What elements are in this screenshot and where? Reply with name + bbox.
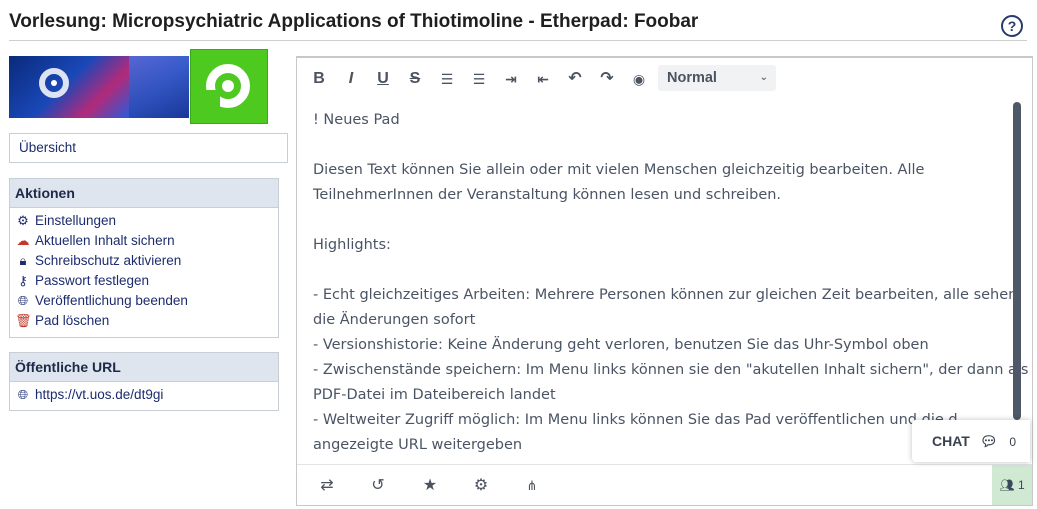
public-url-panel: Öffentliche URL 🌐︎ https://vt.uos.de/dt9… <box>9 352 279 411</box>
public-url-header: Öffentliche URL <box>10 353 278 382</box>
history-icon[interactable]: ↺ <box>368 476 388 496</box>
unordered-list-icon[interactable]: ☰ <box>468 68 490 90</box>
action-label: Aktuellen Inhalt sichern <box>35 233 175 248</box>
action-end-publication[interactable]: 🌐︎ Veröffentlichung beenden <box>10 291 278 311</box>
editor-content[interactable]: ! Neues Pad Diesen Text können Sie allei… <box>313 108 1029 458</box>
paragraph-style-select[interactable]: Normal ⌄ <box>658 65 776 91</box>
gears-icon: ⚙ <box>17 213 29 228</box>
actions-panel: Aktionen ⚙ Einstellungen ☁ Aktuellen Inh… <box>9 178 279 338</box>
banner-image-overlay <box>129 56 189 118</box>
action-settings[interactable]: ⚙ Einstellungen <box>10 211 278 231</box>
action-label: Veröffentlichung beenden <box>35 293 188 308</box>
lock-icon: 🔒︎ <box>19 253 27 268</box>
strikethrough-button[interactable]: S <box>404 68 426 90</box>
editor-bottom-toolbar: ⇄ ↺ ★ ⚙ ⋔ 👥︎ 1 <box>297 464 1032 505</box>
editor-line: PDF-Datei im Dateibereich landet <box>313 387 556 403</box>
globe-icon: 🌐︎ <box>17 293 29 308</box>
indent-icon[interactable]: ⇥ <box>500 68 522 90</box>
action-label: Pad löschen <box>35 313 110 328</box>
action-save-content[interactable]: ☁ Aktuellen Inhalt sichern <box>10 231 278 251</box>
editor-line: - Zwischenstände speichern: Im Menu link… <box>313 362 1029 378</box>
settings-icon[interactable]: ⚙ <box>471 476 491 496</box>
action-write-protect[interactable]: 🔒︎ Schreibschutz aktivieren <box>10 251 278 271</box>
undo-icon[interactable]: ↶ <box>564 68 586 90</box>
cloud-save-icon: ☁ <box>16 233 30 248</box>
import-export-icon[interactable]: ⇄ <box>317 476 337 496</box>
users-button[interactable]: 👥︎ 1 <box>992 465 1032 505</box>
star-icon[interactable]: ★ <box>420 476 440 496</box>
banner <box>9 49 268 124</box>
editor-line: angezeigte URL weitergeben <box>313 437 523 453</box>
editor-line: die Änderungen sofort <box>313 312 476 328</box>
outdent-icon[interactable]: ⇤ <box>532 68 554 90</box>
hide-authorship-icon[interactable]: ◉ <box>628 68 650 90</box>
editor-line: - Versionshistorie: Keine Änderung geht … <box>313 337 929 353</box>
overview-link[interactable]: Übersicht <box>9 133 288 163</box>
ordered-list-icon[interactable]: ☰ <box>436 68 458 90</box>
italic-button[interactable]: I <box>340 68 362 90</box>
chat-count: 0 <box>1009 435 1017 449</box>
editor-line: - Weltweiter Zugriff möglich: Im Menu li… <box>313 412 958 428</box>
editor-toolbar: B I U S ☰ ☰ ⇥ ⇤ ↶ ↷ ◉ Normal ⌄ <box>297 58 1032 98</box>
redo-icon[interactable]: ↷ <box>596 68 618 90</box>
chat-button[interactable]: CHAT 💬︎ 0 <box>912 420 1030 462</box>
users-count: 1 <box>1017 478 1025 492</box>
help-icon[interactable]: ? <box>1001 15 1023 37</box>
chat-bubbles-icon: 💬︎ <box>979 433 998 449</box>
underline-button[interactable]: U <box>372 68 394 90</box>
editor-line: Highlights: <box>313 237 391 253</box>
page-header: Vorlesung: Micropsychiatric Applications… <box>9 10 1027 41</box>
page-title: Vorlesung: Micropsychiatric Applications… <box>9 11 699 32</box>
editor-line: - Echt gleichzeitiges Arbeiten: Mehrere … <box>313 287 1018 303</box>
action-label: Passwort festlegen <box>35 273 150 288</box>
etherpad-logo-icon <box>190 49 268 124</box>
share-icon[interactable]: ⋔ <box>522 476 542 496</box>
action-delete-pad[interactable]: 🗑︎ Pad löschen <box>10 311 278 331</box>
editor-line: TeilnehmerInnen der Veranstaltung können… <box>313 187 782 203</box>
actions-header: Aktionen <box>10 179 278 208</box>
bold-button[interactable]: B <box>308 68 330 90</box>
public-url-link[interactable]: 🌐︎ https://vt.uos.de/dt9gi <box>10 385 278 405</box>
action-label: Schreibschutz aktivieren <box>35 253 182 268</box>
action-set-password[interactable]: ⚷ Passwort festlegen <box>10 271 278 291</box>
editor-scrollbar[interactable] <box>1013 102 1021 420</box>
chat-label: CHAT <box>932 433 970 449</box>
editor-line: Diesen Text können Sie allein oder mit v… <box>313 162 925 178</box>
etherpad-logo-small-icon <box>39 68 69 98</box>
chevron-down-icon: ⌄ <box>759 72 768 83</box>
globe-icon: 🌐︎ <box>17 387 29 402</box>
public-url-text: https://vt.uos.de/dt9gi <box>35 387 164 402</box>
users-icon: 👥︎ <box>999 478 1015 492</box>
key-icon: ⚷ <box>18 273 28 288</box>
trash-icon: 🗑︎ <box>15 313 32 328</box>
paragraph-style-value: Normal <box>667 70 717 86</box>
editor-line: ! Neues Pad <box>313 112 400 128</box>
action-label: Einstellungen <box>35 213 117 228</box>
